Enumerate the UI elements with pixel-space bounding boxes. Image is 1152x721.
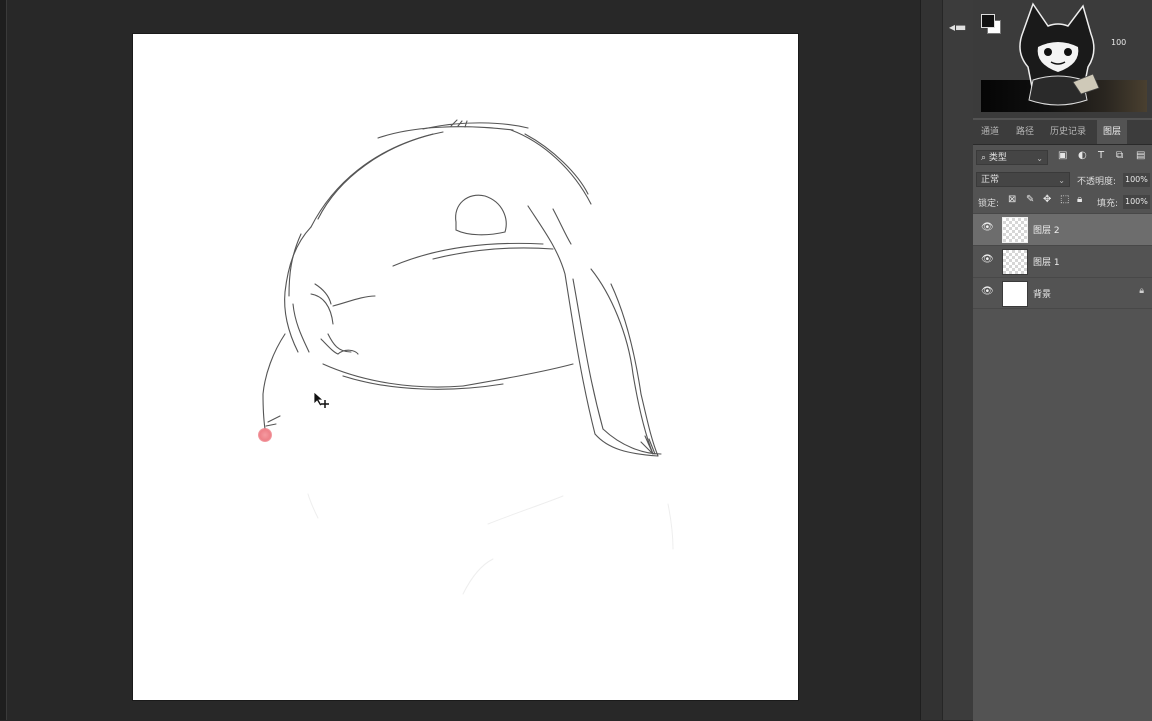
tab-history[interactable]: 历史记录 (1050, 120, 1086, 144)
lock-label: 锁定: (978, 199, 1000, 209)
brush-cursor (258, 428, 272, 442)
blend-mode-select[interactable]: 正常 ⌄ (976, 172, 1070, 187)
opacity-input[interactable]: 100% (1123, 173, 1150, 187)
adjustment-filter-icon[interactable]: ◐ (1078, 150, 1087, 161)
lock-icon: 🔒︎ (1139, 286, 1144, 296)
chevron-down-icon: ⌄ (1036, 154, 1043, 163)
blend-mode-value: 正常 (981, 175, 1000, 185)
layer-row-layer-1[interactable]: 👁︎ 图层 1 (973, 245, 1152, 277)
layer-thumbnail (1002, 281, 1028, 307)
layer-name: 图层 2 (1033, 226, 1060, 236)
fill-label: 填充: (1097, 199, 1119, 209)
eye-icon[interactable]: 👁︎ (981, 222, 994, 233)
color-opacity-value: 100 (1111, 38, 1127, 47)
layer-name: 背景 (1033, 290, 1052, 300)
layer-kind-label: 类型 (988, 153, 1007, 163)
layer-row-background[interactable]: 👁︎ 背景 🔒︎ (973, 277, 1152, 309)
panel-collapse-icon[interactable]: ◂▬ (949, 20, 966, 34)
layers-list-empty-area (973, 308, 1152, 721)
cat-mascot-overlay (1019, 2, 1100, 106)
shape-filter-icon[interactable]: ⧉ (1116, 150, 1123, 161)
type-filter-icon[interactable]: T (1098, 150, 1104, 161)
lock-row: 锁定: ⊠ ✎ ✥ ⬚ 🔒︎ 填充: 100% (973, 194, 1152, 210)
layer-filter-row: ⌕ 类型 ⌄ ▣ ◐ T ⧉ ▤ (973, 150, 1152, 166)
collapsed-dock[interactable]: ◂▬ (942, 0, 974, 720)
fill-input[interactable]: 100% (1123, 195, 1150, 209)
blend-row: 正常 ⌄ 不透明度: 100% (973, 172, 1152, 188)
lock-transparency-icon[interactable]: ⊠ (1008, 194, 1016, 205)
layer-name: 图层 1 (1033, 258, 1060, 268)
eye-icon[interactable]: 👁︎ (981, 254, 994, 265)
document-workspace (0, 0, 920, 720)
layer-kind-select[interactable]: ⌕ 类型 ⌄ (976, 150, 1048, 165)
lock-brush-icon[interactable]: ✎ (1026, 194, 1034, 205)
tab-layers[interactable]: 图层 (1097, 120, 1128, 144)
tab-channels[interactable]: 通道 (981, 120, 999, 144)
move-cursor-icon (313, 391, 333, 415)
panel-tabs: 通道 路径 历史记录 图层 (973, 120, 1152, 145)
search-icon: ⌕ (981, 153, 989, 163)
color-panel: 100 (973, 0, 1152, 118)
tab-paths[interactable]: 路径 (1016, 120, 1034, 144)
layer-thumbnail (1002, 217, 1028, 243)
lock-artboard-icon[interactable]: ⬚ (1060, 194, 1069, 205)
layer-row-layer-2[interactable]: 👁︎ 图层 2 (973, 213, 1152, 245)
eye-icon[interactable]: 👁︎ (981, 286, 994, 297)
lock-move-icon[interactable]: ✥ (1043, 194, 1051, 205)
panel-gutter (920, 0, 943, 720)
pixel-filter-icon[interactable]: ▣ (1058, 150, 1067, 161)
rabbit-sketch (262, 119, 674, 595)
smart-object-filter-icon[interactable]: ▤ (1136, 150, 1145, 161)
chevron-down-icon: ⌄ (1058, 176, 1065, 185)
lock-all-icon[interactable]: 🔒︎ (1077, 194, 1082, 205)
layer-thumbnail (1002, 249, 1028, 275)
foreground-swatch[interactable] (981, 14, 995, 28)
document-canvas[interactable] (133, 34, 798, 700)
toolbar-edge (0, 0, 7, 720)
opacity-label: 不透明度: (1077, 177, 1117, 187)
right-panels: 100 通道 路径 历史记录 图层 ⌕ 类型 ⌄ ▣ ◐ T ⧉ ▤ 正常 ⌄ … (973, 0, 1152, 721)
